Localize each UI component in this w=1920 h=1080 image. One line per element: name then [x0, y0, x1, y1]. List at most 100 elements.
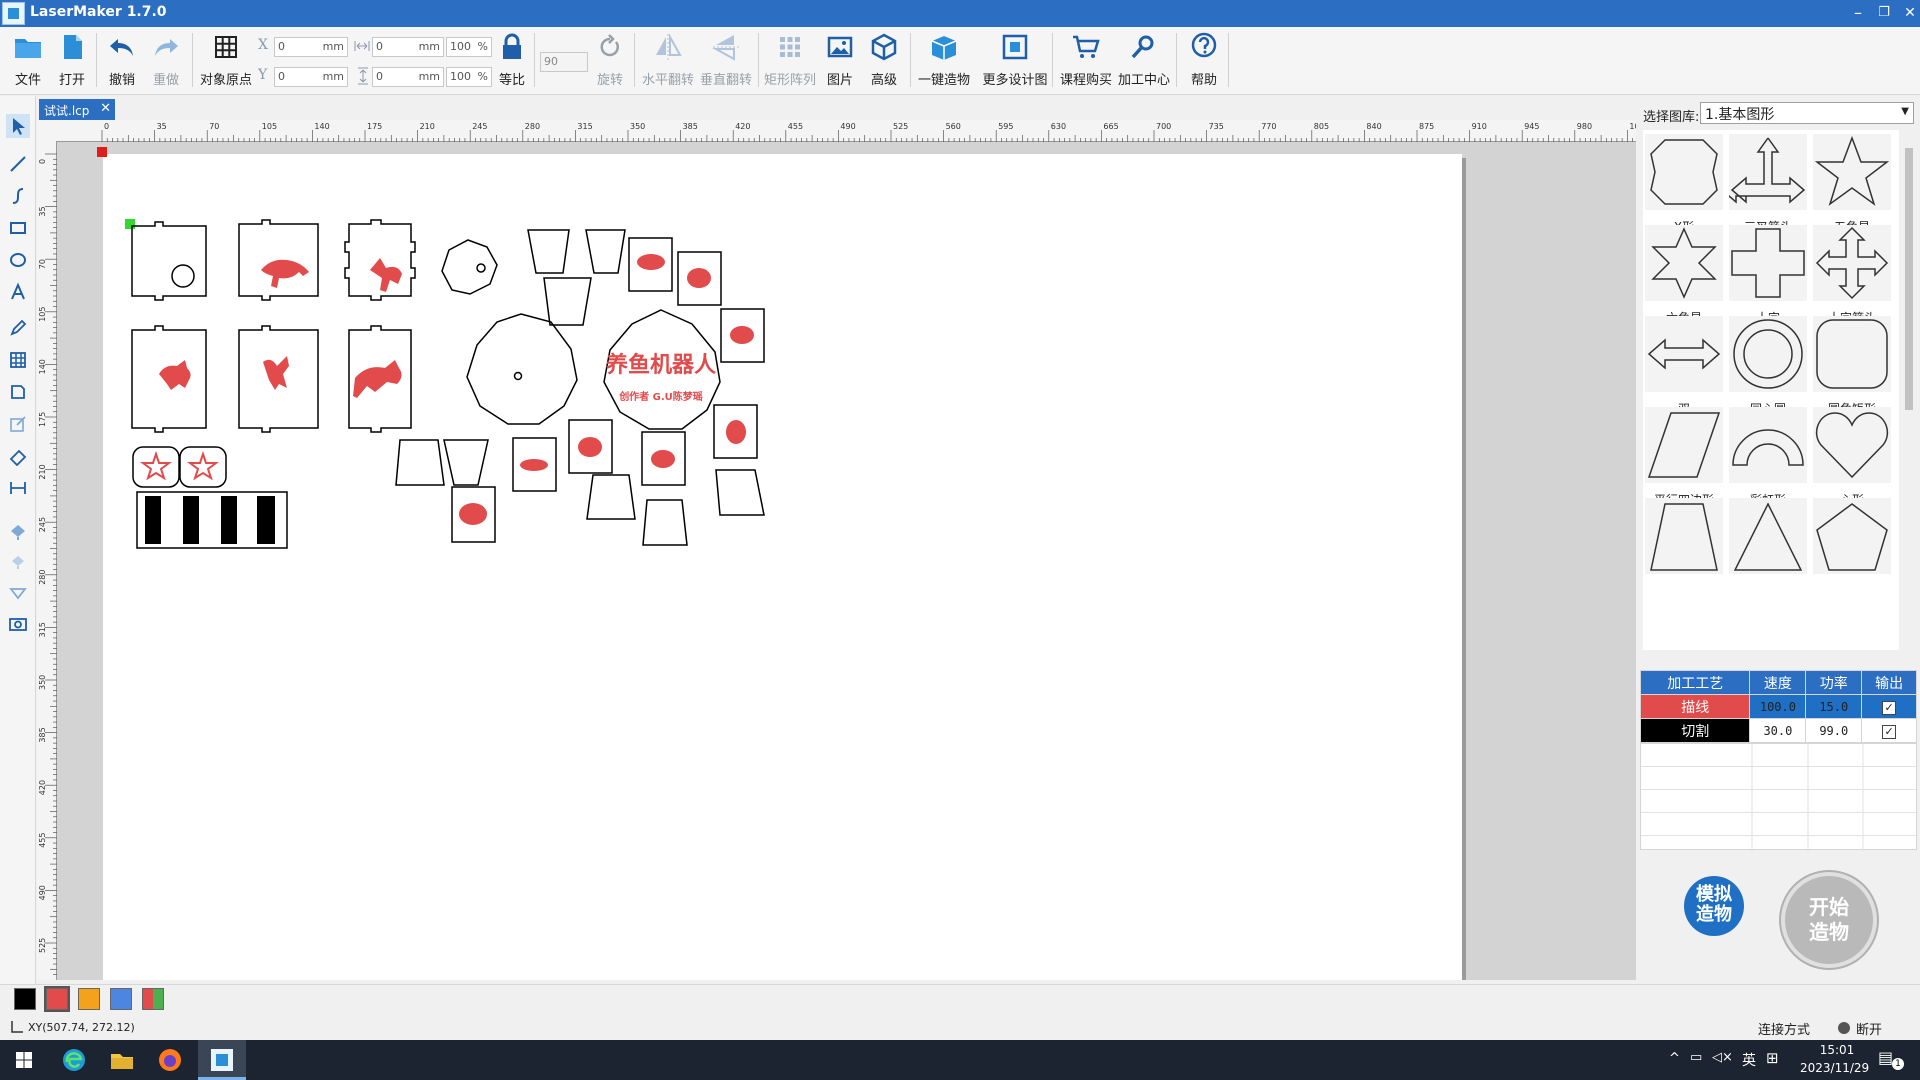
- fill-tool-3-icon[interactable]: [8, 582, 28, 602]
- rotate-angle-field[interactable]: 90: [540, 52, 588, 72]
- shape-pentagon[interactable]: [1811, 498, 1893, 598]
- shape-rainbow[interactable]: 彩虹形: [1727, 407, 1809, 507]
- rect-array-button[interactable]: 矩形阵列: [762, 31, 818, 89]
- output-checkbox[interactable]: ✓: [1882, 724, 1897, 739]
- restore-button[interactable]: ❐: [1870, 2, 1898, 24]
- close-window-button[interactable]: ✕: [1896, 2, 1920, 24]
- fill-tool-2-icon[interactable]: [8, 552, 28, 572]
- more-designs-button[interactable]: 更多设计图: [982, 31, 1048, 89]
- help-button[interactable]: 帮助: [1186, 31, 1222, 89]
- table-tool-icon[interactable]: [8, 350, 28, 370]
- rotate-button[interactable]: 旋转: [592, 31, 628, 89]
- line-tool-icon[interactable]: [8, 154, 28, 174]
- clock-time[interactable]: 15:01: [1812, 1043, 1862, 1057]
- library-scrollbar[interactable]: [1902, 134, 1916, 650]
- shape-heart[interactable]: 心形: [1811, 407, 1893, 507]
- shape-trapezoid[interactable]: [1643, 498, 1725, 598]
- lasermaker-taskbar-item[interactable]: [198, 1040, 246, 1080]
- process-power[interactable]: 99.0: [1805, 718, 1863, 743]
- redo-button[interactable]: 重做: [148, 31, 184, 89]
- process-power[interactable]: 15.0: [1805, 694, 1863, 719]
- select-arrow-icon[interactable]: [6, 114, 30, 138]
- swatch-blue[interactable]: [110, 988, 132, 1010]
- document-tab[interactable]: 试试.lcp ✕: [39, 99, 115, 120]
- measure-tool-icon[interactable]: [8, 478, 28, 498]
- width-field[interactable]: 0 mm: [372, 37, 444, 57]
- text-tool-icon[interactable]: [8, 282, 28, 302]
- simulate-button[interactable]: 模拟 造物: [1684, 876, 1744, 936]
- curve-tool-icon[interactable]: [8, 186, 28, 206]
- undo-button[interactable]: 撤销: [104, 31, 140, 89]
- object-origin-button[interactable]: 对象原点: [198, 31, 254, 89]
- open-button[interactable]: 打开: [54, 31, 90, 89]
- shape-five-star[interactable]: 五角星: [1811, 134, 1893, 234]
- height-percent-field[interactable]: 100%: [446, 67, 492, 87]
- ruler-label: 101: [1629, 122, 1636, 131]
- shape-cross-arrow[interactable]: 十字箭头: [1811, 225, 1893, 325]
- process-row-trace[interactable]: 描线 100.0 15.0 ✓: [1639, 694, 1917, 719]
- windows-start-icon[interactable]: [10, 1046, 38, 1074]
- vertical-flip-button[interactable]: 垂直翻转: [698, 31, 754, 89]
- swatch-black[interactable]: [14, 988, 36, 1010]
- library-select[interactable]: 1.基本图形 ▼: [1700, 102, 1914, 124]
- advanced-button[interactable]: 高级: [866, 31, 902, 89]
- shape-double-arrow[interactable]: 双: [1643, 316, 1725, 416]
- vertical-ruler[interactable]: 0 35 70 105 140 175 210 245 280 315 350 385 420 455 49…: [37, 142, 57, 980]
- one-click-make-button[interactable]: 一键造物: [916, 31, 972, 89]
- picture-button[interactable]: 图片: [822, 31, 858, 89]
- process-name[interactable]: 描线: [1639, 694, 1751, 719]
- horizontal-flip-button[interactable]: 水平翻转: [640, 31, 696, 89]
- process-center-button[interactable]: 加工中心: [1116, 31, 1172, 89]
- notification-icon[interactable]: ▤: [1878, 1048, 1893, 1067]
- width-percent-field[interactable]: 100%: [446, 37, 492, 57]
- y-position-field[interactable]: 0 mm: [274, 67, 348, 87]
- undo-icon: [110, 39, 133, 56]
- height-field[interactable]: 0 mm: [372, 67, 444, 87]
- swatch-multicolor[interactable]: [142, 988, 164, 1010]
- swatch-orange[interactable]: [78, 988, 100, 1010]
- start-making-button[interactable]: 开始 造物: [1781, 872, 1877, 968]
- file-explorer-icon[interactable]: [108, 1046, 136, 1074]
- eraser-tool-icon[interactable]: [8, 446, 28, 466]
- camera-tool-icon[interactable]: [8, 614, 28, 634]
- process-speed[interactable]: 30.0: [1749, 718, 1807, 743]
- volume-muted-icon[interactable]: ◁×: [1712, 1050, 1733, 1065]
- swatch-red[interactable]: [44, 986, 70, 1012]
- output-checkbox[interactable]: ✓: [1882, 700, 1897, 715]
- rectangle-tool-icon[interactable]: [8, 218, 28, 238]
- ruler-label: 525: [38, 938, 47, 953]
- edge-browser-icon[interactable]: [60, 1046, 88, 1074]
- ime-grid-icon[interactable]: ⊞: [1766, 1049, 1779, 1067]
- shape-x[interactable]: X形: [1643, 134, 1725, 234]
- horizontal-ruler[interactable]: 0 35 70 105 140 175 210 245 280 315 350 385 420 455 49…: [56, 120, 1645, 142]
- process-speed[interactable]: 100.0: [1749, 694, 1807, 719]
- shape-six-star[interactable]: 六角星: [1643, 225, 1725, 325]
- pen-tool-icon[interactable]: [8, 318, 28, 338]
- connection-state[interactable]: 断开: [1856, 1019, 1882, 1038]
- network-icon[interactable]: ▭: [1690, 1050, 1702, 1065]
- shape-rounded-rect[interactable]: 圆角矩形: [1811, 316, 1893, 416]
- scrollbar-thumb[interactable]: [1905, 148, 1913, 410]
- tray-chevron-up-icon[interactable]: ^: [1669, 1051, 1680, 1066]
- process-row-cut[interactable]: 切割 30.0 99.0 ✓: [1639, 718, 1917, 743]
- shape-cross[interactable]: 十字: [1727, 225, 1809, 325]
- shape-trident-arrow[interactable]: 三叉箭头: [1721, 134, 1809, 234]
- shape-triangle[interactable]: [1727, 498, 1809, 598]
- clock-date[interactable]: 2023/11/29: [1800, 1061, 1869, 1075]
- lock-ratio-button[interactable]: 等比: [494, 31, 530, 89]
- ime-indicator[interactable]: 英: [1742, 1050, 1756, 1070]
- fill-tool-icon[interactable]: [8, 522, 28, 542]
- x-position-field[interactable]: 0 mm: [274, 37, 348, 57]
- course-purchase-button[interactable]: 课程购买: [1058, 31, 1114, 89]
- shape-tool-icon[interactable]: [8, 382, 28, 402]
- file-button[interactable]: 文件: [10, 31, 46, 89]
- minimize-button[interactable]: –: [1844, 2, 1872, 24]
- edit-node-icon[interactable]: [8, 414, 28, 434]
- shape-concentric-circle[interactable]: 同心圆: [1727, 316, 1809, 416]
- firefox-icon[interactable]: [156, 1046, 184, 1074]
- process-name[interactable]: 切割: [1639, 718, 1751, 743]
- design-canvas[interactable]: 养鱼机器人 创作者 G.U陈梦瑶: [57, 142, 1636, 980]
- ellipse-tool-icon[interactable]: [8, 250, 28, 270]
- tab-close-icon[interactable]: ✕: [100, 101, 111, 116]
- shape-parallelogram[interactable]: 平行四边形: [1643, 407, 1725, 507]
